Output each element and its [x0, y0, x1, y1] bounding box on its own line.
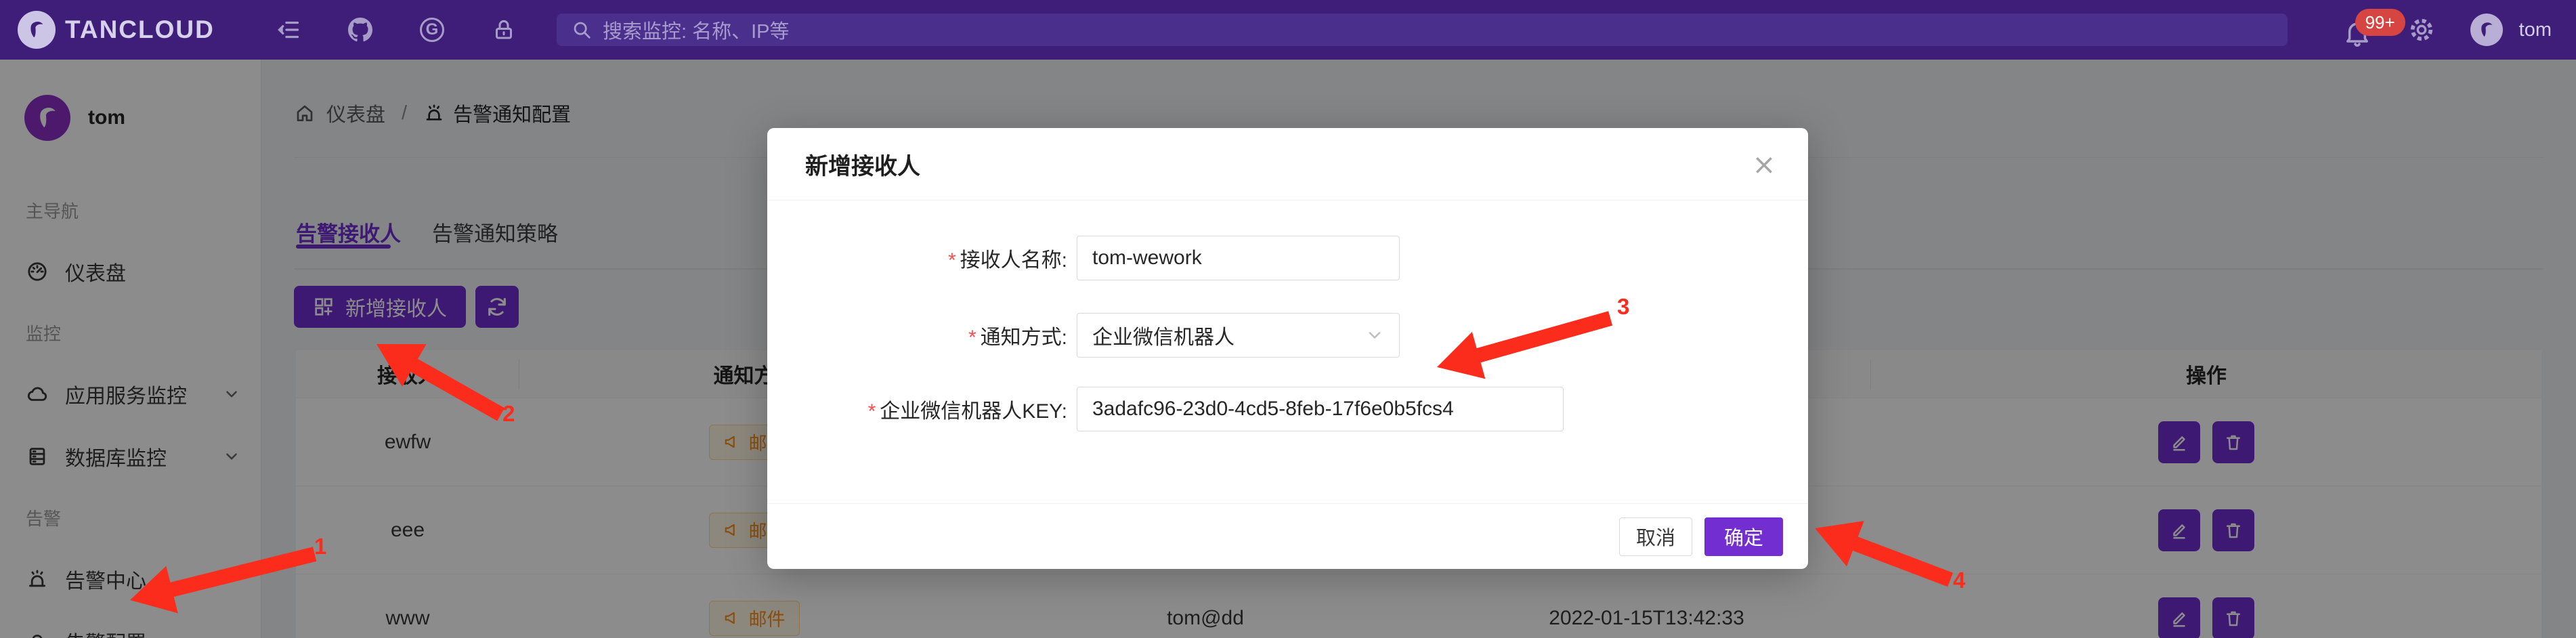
- notifications-bell-icon[interactable]: 99+: [2343, 13, 2373, 47]
- tancloud-logo-icon: [18, 11, 56, 49]
- field-label-key: *企业微信机器人KEY:: [767, 394, 1077, 424]
- wework-robot-key-input[interactable]: [1077, 387, 1564, 431]
- topbar: TANCLOUD G 搜索监控: 名称、IP等 99+: [0, 0, 2576, 60]
- brand-logo[interactable]: TANCLOUD: [0, 11, 244, 49]
- required-mark: *: [948, 249, 956, 272]
- menu-fold-icon[interactable]: [275, 16, 302, 43]
- user-avatar[interactable]: [2470, 14, 2503, 46]
- topbar-right: 99+ tom: [2343, 13, 2576, 47]
- form-row-method: *通知方式: 企业微信机器人: [767, 313, 1808, 358]
- github-icon[interactable]: [347, 16, 374, 43]
- recipient-name-input[interactable]: [1077, 236, 1400, 280]
- form-row-name: *接收人名称:: [767, 236, 1808, 280]
- annotation-step-number: 1: [314, 534, 326, 559]
- add-recipient-modal: 新增接收人 × *接收人名称: *通知方式: 企业微信机器人 *企业微信机器人K…: [767, 128, 1808, 569]
- topbar-username[interactable]: tom: [2519, 19, 2552, 41]
- confirm-button[interactable]: 确定: [1704, 517, 1783, 556]
- gitee-icon[interactable]: G: [418, 16, 446, 43]
- modal-footer: 取消 确定: [767, 503, 1808, 569]
- cancel-button[interactable]: 取消: [1619, 517, 1692, 556]
- required-mark: *: [868, 400, 876, 423]
- notify-method-value: 企业微信机器人: [1092, 320, 1235, 350]
- field-label-name: *接收人名称:: [767, 243, 1077, 273]
- search-icon: [572, 20, 592, 40]
- notification-badge: 99+: [2355, 9, 2405, 36]
- lock-icon[interactable]: [490, 16, 517, 43]
- topbar-icons: G: [275, 16, 517, 43]
- form-row-key: *企业微信机器人KEY:: [767, 387, 1808, 431]
- required-mark: *: [968, 326, 976, 349]
- search-input[interactable]: 搜索监控: 名称、IP等: [557, 14, 2288, 46]
- modal-body: *接收人名称: *通知方式: 企业微信机器人 *企业微信机器人KEY:: [767, 200, 1808, 503]
- search-placeholder: 搜索监控: 名称、IP等: [603, 16, 790, 44]
- modal-header: 新增接收人 ×: [767, 128, 1808, 200]
- field-label-method: *通知方式:: [767, 320, 1077, 350]
- gitee-glyph: G: [420, 18, 444, 42]
- app-root: TANCLOUD G 搜索监控: 名称、IP等 99+: [0, 0, 2576, 638]
- annotation-step-number: 4: [1953, 568, 1965, 593]
- gear-icon[interactable]: [2408, 16, 2435, 43]
- modal-title: 新增接收人: [805, 148, 920, 181]
- annotation-step-number: 2: [502, 401, 515, 427]
- notify-method-select[interactable]: 企业微信机器人: [1077, 313, 1400, 358]
- close-icon[interactable]: ×: [1747, 147, 1781, 181]
- annotation-step-number: 3: [1617, 294, 1629, 320]
- brand-name: TANCLOUD: [65, 16, 215, 44]
- chevron-down-icon: [1365, 326, 1384, 345]
